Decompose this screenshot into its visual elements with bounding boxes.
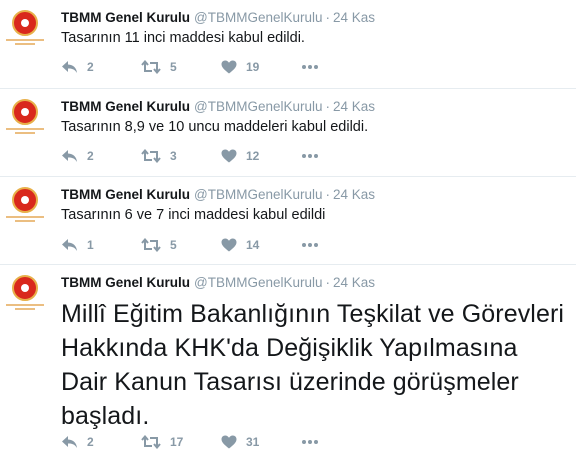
author-handle[interactable]: @TBMMGenelKurulu [194,275,323,290]
author-handle[interactable]: @TBMMGenelKurulu [194,99,323,114]
reply-count: 2 [87,435,94,449]
more-button[interactable] [301,153,331,159]
reply-icon [61,435,78,449]
more-button[interactable] [301,242,331,248]
reply-count: 2 [87,149,94,163]
like-count: 31 [246,435,260,449]
heart-icon [221,149,237,163]
more-button[interactable] [301,439,331,445]
retweet-button[interactable]: 3 [141,149,221,163]
retweet-count: 3 [170,149,177,163]
retweet-count: 17 [170,435,184,449]
more-button[interactable] [301,64,331,70]
seal-caption-line [15,308,35,310]
retweet-button[interactable]: 17 [141,435,221,449]
reply-icon [61,238,78,252]
like-button[interactable]: 14 [221,238,301,252]
tweet[interactable]: TBMM Genel Kurulu @TBMMGenelKurulu · 24 Kas… [0,89,576,177]
seal-caption-line [6,304,44,306]
like-count: 12 [246,149,260,163]
tweet[interactable]: TBMM Genel Kurulu @TBMMGenelKurulu · 24 Kas… [0,177,576,265]
author-name[interactable]: TBMM Genel Kurulu [61,187,190,202]
reply-icon [61,149,78,163]
tweet-actions: 1 5 14 [61,238,331,252]
reply-count: 2 [87,60,94,74]
retweet-button[interactable]: 5 [141,238,221,252]
author-name[interactable]: TBMM Genel Kurulu [61,275,190,290]
seal-caption-line [15,43,35,45]
author-name[interactable]: TBMM Genel Kurulu [61,99,190,114]
seal-caption-line [6,216,44,218]
tweet-content: TBMM Genel Kurulu @TBMMGenelKurulu · 24 Kas… [61,275,570,433]
seal-caption-line [6,39,44,41]
retweet-icon [141,435,161,449]
like-count: 19 [246,60,260,74]
seal-caption-line [6,128,44,130]
tweet-header: TBMM Genel Kurulu @TBMMGenelKurulu · 24 Kas [61,99,570,115]
tweet-header: TBMM Genel Kurulu @TBMMGenelKurulu · 24 Kas [61,275,570,291]
tweet[interactable]: TBMM Genel Kurulu @TBMMGenelKurulu · 24 Kas… [0,0,576,89]
retweet-count: 5 [170,60,177,74]
tweet-text: Millî Eğitim Bakanlığının Teşkilat ve Gö… [61,300,565,430]
tweet-header: TBMM Genel Kurulu @TBMMGenelKurulu · 24 Kas [61,10,570,26]
more-icon [301,439,319,445]
tweet-content: TBMM Genel Kurulu @TBMMGenelKurulu · 24 Kas… [61,187,570,225]
avatar[interactable] [6,275,44,313]
tweet-timestamp[interactable]: 24 Kas [333,187,375,202]
heart-icon [221,238,237,252]
tweet-actions: 2 5 19 [61,60,331,74]
author-handle[interactable]: @TBMMGenelKurulu [194,10,323,25]
tweet-header: TBMM Genel Kurulu @TBMMGenelKurulu · 24 Kas [61,187,570,203]
avatar[interactable] [6,10,44,48]
tbmm-seal-icon [12,10,38,36]
avatar[interactable] [6,99,44,137]
reply-icon [61,60,78,74]
author-handle[interactable]: @TBMMGenelKurulu [194,187,323,202]
more-icon [301,64,319,70]
author-name[interactable]: TBMM Genel Kurulu [61,10,190,25]
avatar[interactable] [6,187,44,225]
like-button[interactable]: 31 [221,435,301,449]
tweet-content: TBMM Genel Kurulu @TBMMGenelKurulu · 24 Kas… [61,10,570,48]
tweet-text: Tasarının 8,9 ve 10 uncu maddeleri kabul… [61,119,369,135]
tweet-text: Tasarının 6 ve 7 inci maddesi kabul edil… [61,207,326,223]
tbmm-seal-icon [12,275,38,301]
timeline: TBMM Genel Kurulu @TBMMGenelKurulu · 24 Kas… [0,0,576,458]
separator-dot: · [325,187,331,202]
reply-button[interactable]: 2 [61,60,141,74]
retweet-icon [141,238,161,252]
retweet-count: 5 [170,238,177,252]
tweet-content: TBMM Genel Kurulu @TBMMGenelKurulu · 24 Kas… [61,99,570,137]
like-button[interactable]: 19 [221,60,301,74]
reply-count: 1 [87,238,94,252]
tweet-actions: 2 17 31 [61,435,331,449]
seal-caption-line [15,220,35,222]
separator-dot: · [325,275,331,290]
tweet-timestamp[interactable]: 24 Kas [333,99,375,114]
heart-icon [221,435,237,449]
tweet[interactable]: TBMM Genel Kurulu @TBMMGenelKurulu · 24 Kas… [0,265,576,458]
tbmm-seal-icon [12,187,38,213]
retweet-icon [141,60,161,74]
tweet-text: Tasarının 11 inci maddesi kabul edildi. [61,30,305,46]
heart-icon [221,60,237,74]
separator-dot: · [325,99,331,114]
reply-button[interactable]: 2 [61,435,141,449]
tweet-actions: 2 3 12 [61,149,331,163]
tweet-timestamp[interactable]: 24 Kas [333,275,375,290]
like-count: 14 [246,238,260,252]
reply-button[interactable]: 1 [61,238,141,252]
seal-caption-line [15,132,35,134]
more-icon [301,153,319,159]
more-icon [301,242,319,248]
retweet-button[interactable]: 5 [141,60,221,74]
tweet-timestamp[interactable]: 24 Kas [333,10,375,25]
retweet-icon [141,149,161,163]
tbmm-seal-icon [12,99,38,125]
like-button[interactable]: 12 [221,149,301,163]
reply-button[interactable]: 2 [61,149,141,163]
separator-dot: · [325,10,331,25]
